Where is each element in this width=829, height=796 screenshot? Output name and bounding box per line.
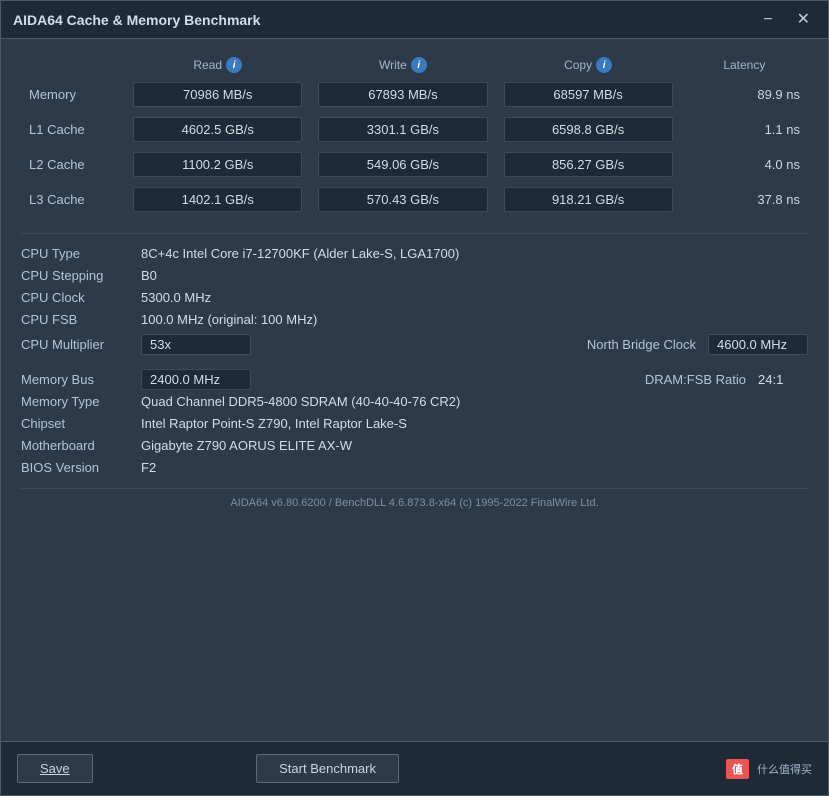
- cpu-type-label: CPU Type: [21, 246, 141, 261]
- footer-text: AIDA64 v6.80.6200 / BenchDLL 4.6.873.8-x…: [21, 488, 808, 513]
- north-bridge-label: North Bridge Clock: [587, 337, 696, 352]
- titlebar-controls: − ✕: [757, 10, 816, 30]
- row-copy-2: 856.27 GB/s: [496, 147, 681, 182]
- close-button[interactable]: ✕: [791, 10, 816, 30]
- table-row: Memory 70986 MB/s 67893 MB/s 68597 MB/s …: [21, 77, 808, 112]
- benchmark-table: Read i Write i Copy i: [21, 53, 808, 217]
- row-copy-3: 918.21 GB/s: [496, 182, 681, 217]
- table-row: L3 Cache 1402.1 GB/s 570.43 GB/s 918.21 …: [21, 182, 808, 217]
- sysinfo-row-motherboard: Motherboard Gigabyte Z790 AORUS ELITE AX…: [21, 436, 808, 458]
- sysinfo-row-cpu-fsb: CPU FSB 100.0 MHz (original: 100 MHz): [21, 310, 808, 332]
- row-write-1: 3301.1 GB/s: [310, 112, 495, 147]
- watermark: 值 什么值得买: [726, 759, 812, 779]
- sysinfo-row-memory-bus: Memory Bus 2400.0 MHz DRAM:FSB Ratio 24:…: [21, 367, 808, 392]
- row-copy-1: 6598.8 GB/s: [496, 112, 681, 147]
- row-write-2: 549.06 GB/s: [310, 147, 495, 182]
- row-write-0: 67893 MB/s: [310, 77, 495, 112]
- table-row: L2 Cache 1100.2 GB/s 549.06 GB/s 856.27 …: [21, 147, 808, 182]
- memory-type-label: Memory Type: [21, 394, 141, 409]
- chipset-value: Intel Raptor Point-S Z790, Intel Raptor …: [141, 416, 407, 431]
- titlebar: AIDA64 Cache & Memory Benchmark − ✕: [1, 1, 828, 39]
- cpu-stepping-value: B0: [141, 268, 157, 283]
- col-header-write: Write i: [310, 53, 495, 77]
- sysinfo-row-cpu-type: CPU Type 8C+4c Intel Core i7-12700KF (Al…: [21, 244, 808, 266]
- row-label-1: L1 Cache: [21, 112, 125, 147]
- watermark-text: 什么值得买: [757, 761, 812, 777]
- bios-value: F2: [141, 460, 156, 475]
- main-window: AIDA64 Cache & Memory Benchmark − ✕ Read…: [0, 0, 829, 796]
- buttonbar: Save Start Benchmark 值 什么值得买: [1, 741, 828, 795]
- sysinfo-row-cpu-clock: CPU Clock 5300.0 MHz: [21, 288, 808, 310]
- row-label-2: L2 Cache: [21, 147, 125, 182]
- row-write-3: 570.43 GB/s: [310, 182, 495, 217]
- memory-bus-value: 2400.0 MHz: [141, 369, 251, 390]
- row-latency-0: 89.9 ns: [681, 77, 808, 112]
- memory-bus-label: Memory Bus: [21, 372, 141, 387]
- chipset-label: Chipset: [21, 416, 141, 431]
- row-latency-3: 37.8 ns: [681, 182, 808, 217]
- sysinfo-row-chipset: Chipset Intel Raptor Point-S Z790, Intel…: [21, 414, 808, 436]
- row-read-0: 70986 MB/s: [125, 77, 310, 112]
- memory-type-value: Quad Channel DDR5-4800 SDRAM (40-40-40-7…: [141, 394, 460, 409]
- sysinfo-row-memory-type: Memory Type Quad Channel DDR5-4800 SDRAM…: [21, 392, 808, 414]
- row-latency-2: 4.0 ns: [681, 147, 808, 182]
- row-label-0: Memory: [21, 77, 125, 112]
- cpu-multiplier-label: CPU Multiplier: [21, 337, 141, 352]
- dram-ratio-value: 24:1: [758, 372, 808, 387]
- divider-1: [21, 233, 808, 234]
- cpu-type-value: 8C+4c Intel Core i7-12700KF (Alder Lake-…: [141, 246, 459, 261]
- cpu-multiplier-value: 53x: [141, 334, 251, 355]
- bios-label: BIOS Version: [21, 460, 141, 475]
- main-content: Read i Write i Copy i: [1, 39, 828, 741]
- north-bridge-value: 4600.0 MHz: [708, 334, 808, 355]
- row-read-2: 1100.2 GB/s: [125, 147, 310, 182]
- col-header-latency: Latency: [681, 53, 808, 77]
- col-header-read: Read i: [125, 53, 310, 77]
- col-header-copy: Copy i: [496, 53, 681, 77]
- row-label-3: L3 Cache: [21, 182, 125, 217]
- sysinfo-row-cpu-multi: CPU Multiplier 53x North Bridge Clock 46…: [21, 332, 808, 357]
- cpu-stepping-label: CPU Stepping: [21, 268, 141, 283]
- sysinfo-section: CPU Type 8C+4c Intel Core i7-12700KF (Al…: [21, 244, 808, 480]
- table-row: L1 Cache 4602.5 GB/s 3301.1 GB/s 6598.8 …: [21, 112, 808, 147]
- motherboard-value: Gigabyte Z790 AORUS ELITE AX-W: [141, 438, 352, 453]
- cpu-fsb-label: CPU FSB: [21, 312, 141, 327]
- row-read-3: 1402.1 GB/s: [125, 182, 310, 217]
- write-info-icon[interactable]: i: [411, 57, 427, 73]
- sysinfo-row-bios: BIOS Version F2: [21, 458, 808, 480]
- start-benchmark-button[interactable]: Start Benchmark: [256, 754, 399, 783]
- minimize-button[interactable]: −: [757, 10, 778, 30]
- row-read-1: 4602.5 GB/s: [125, 112, 310, 147]
- motherboard-label: Motherboard: [21, 438, 141, 453]
- cpu-clock-value: 5300.0 MHz: [141, 290, 211, 305]
- sysinfo-row-cpu-stepping: CPU Stepping B0: [21, 266, 808, 288]
- row-latency-1: 1.1 ns: [681, 112, 808, 147]
- copy-info-icon[interactable]: i: [596, 57, 612, 73]
- save-button[interactable]: Save: [17, 754, 93, 783]
- row-copy-0: 68597 MB/s: [496, 77, 681, 112]
- read-info-icon[interactable]: i: [226, 57, 242, 73]
- watermark-badge: 值: [726, 759, 749, 779]
- window-title: AIDA64 Cache & Memory Benchmark: [13, 12, 260, 28]
- cpu-clock-label: CPU Clock: [21, 290, 141, 305]
- dram-ratio-label: DRAM:FSB Ratio: [645, 372, 746, 387]
- cpu-fsb-value: 100.0 MHz (original: 100 MHz): [141, 312, 317, 327]
